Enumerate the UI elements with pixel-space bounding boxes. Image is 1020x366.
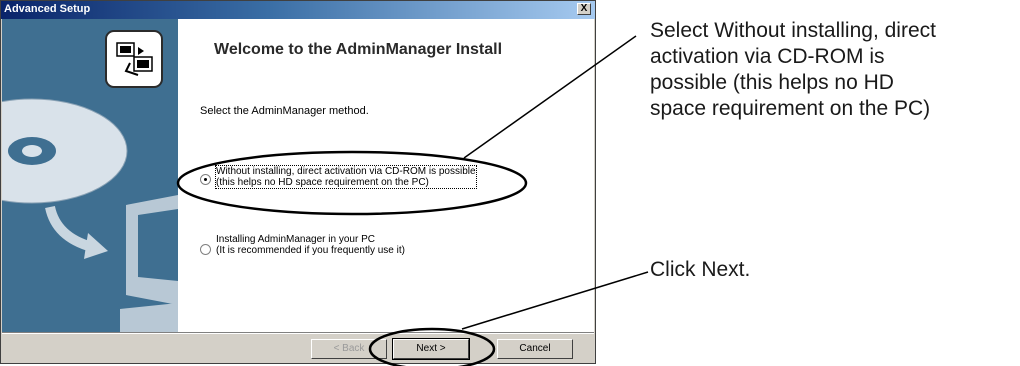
option-callout-text: Select Without installing, direct activa… <box>650 18 936 122</box>
next-highlight-ellipse <box>368 327 496 366</box>
option-callout-line <box>463 35 637 159</box>
option-callout-line-1: Select Without installing, direct <box>650 19 936 42</box>
option-callout-line-4: space requirement on the PC) <box>650 97 931 120</box>
next-callout-text: Click Next. <box>650 258 751 281</box>
option-callout-line-2: activation via CD-ROM is <box>650 45 885 68</box>
option-highlight-ellipse <box>176 150 528 216</box>
next-callout-line <box>461 271 649 330</box>
option-callout-line-3: possible (this helps no HD <box>650 71 894 94</box>
